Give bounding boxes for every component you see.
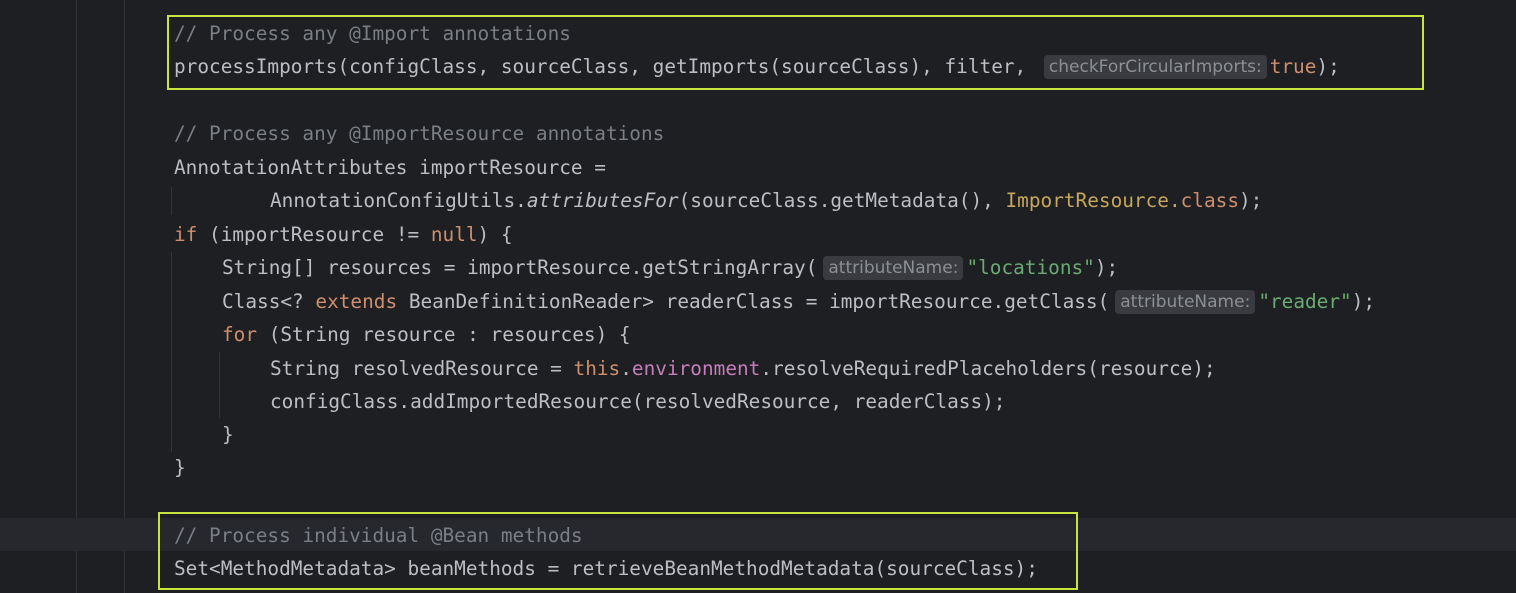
code-text: .resolveRequiredPlaceholders(resource); — [760, 357, 1216, 380]
code-line[interactable]: AnnotationConfigUtils.attributesFor(sour… — [270, 184, 1262, 217]
code-text: AnnotationConfigUtils. — [270, 189, 527, 212]
indent-guide — [171, 252, 172, 452]
code-line[interactable]: String[] resources = importResource.getS… — [222, 251, 1118, 284]
code-text: String resolvedResource = — [270, 357, 574, 380]
code-keyword: if — [174, 223, 198, 246]
code-text: ); — [1351, 290, 1376, 313]
code-text: BeanDefinitionReader> readerClass = impo… — [397, 290, 1110, 313]
code-class-ref: ImportResource. — [1005, 189, 1181, 212]
code-field: environment — [631, 357, 761, 380]
code-keyword: null — [430, 223, 478, 246]
code-text: Set<MethodMetadata> beanMethods = retrie… — [174, 557, 1038, 580]
code-text: ) { — [477, 223, 513, 246]
code-text: Class<? — [222, 290, 316, 313]
code-text: processImports(configClass, sourceClass,… — [174, 55, 1038, 78]
code-text: (sourceClass.getMetadata(), — [678, 189, 1006, 212]
code-line[interactable]: // Process any @Import annotations — [174, 17, 571, 50]
code-text: configClass.addImportedResource(resolved… — [270, 390, 1006, 413]
indent-guide — [219, 352, 220, 418]
code-line[interactable]: processImports(configClass, sourceClass,… — [174, 50, 1340, 83]
inlay-hint: attributeName: — [1115, 290, 1256, 314]
code-text: AnnotationAttributes importResource = — [174, 156, 606, 179]
code-keyword: class — [1180, 189, 1239, 212]
code-line[interactable]: configClass.addImportedResource(resolved… — [270, 385, 1005, 418]
code-keyword: this — [573, 357, 621, 380]
code-line[interactable]: Class<? extends BeanDefinitionReader> re… — [222, 285, 1375, 318]
inlay-hint: checkForCircularImports: — [1043, 55, 1267, 79]
code-keyword: extends — [315, 290, 398, 313]
code-text: String[] resources = importResource.getS… — [222, 256, 818, 279]
code-text: (String resource : resources) { — [257, 323, 631, 346]
code-editor[interactable]: // Process any @Import annotations proce… — [0, 0, 1516, 593]
code-static-method: attributesFor — [526, 189, 679, 212]
code-text: ); — [1316, 55, 1340, 78]
code-string: "reader" — [1258, 290, 1352, 313]
code-text: ); — [1239, 189, 1263, 212]
code-line[interactable]: if (importResource != null) { — [174, 218, 513, 251]
code-comment: // Process any @Import annotations — [174, 22, 571, 45]
indent-guide — [124, 0, 125, 593]
code-text: ); — [1094, 256, 1119, 279]
code-text: . — [620, 357, 632, 380]
code-string: "locations" — [966, 256, 1095, 279]
code-comment: // Process individual @Bean methods — [174, 524, 583, 547]
code-text: } — [222, 423, 234, 446]
code-keyword: for — [222, 323, 258, 346]
code-keyword: true — [1269, 55, 1317, 78]
code-line[interactable]: // Process individual @Bean methods — [174, 519, 583, 552]
indent-guide — [76, 0, 77, 593]
code-comment: // Process any @ImportResource annotatio… — [174, 122, 665, 145]
inlay-hint: attributeName: — [823, 256, 964, 280]
code-line[interactable]: AnnotationAttributes importResource = — [174, 151, 606, 184]
code-line[interactable]: String resolvedResource = this.environme… — [270, 352, 1216, 385]
code-line[interactable]: } — [174, 451, 186, 484]
code-line[interactable]: Set<MethodMetadata> beanMethods = retrie… — [174, 552, 1038, 585]
code-line[interactable]: // Process any @ImportResource annotatio… — [174, 117, 664, 150]
code-text: } — [174, 456, 186, 479]
code-text: (importResource != — [197, 223, 431, 246]
code-line[interactable]: } — [222, 418, 234, 451]
indent-guide — [171, 187, 172, 215]
code-line[interactable]: for (String resource : resources) { — [222, 318, 631, 351]
